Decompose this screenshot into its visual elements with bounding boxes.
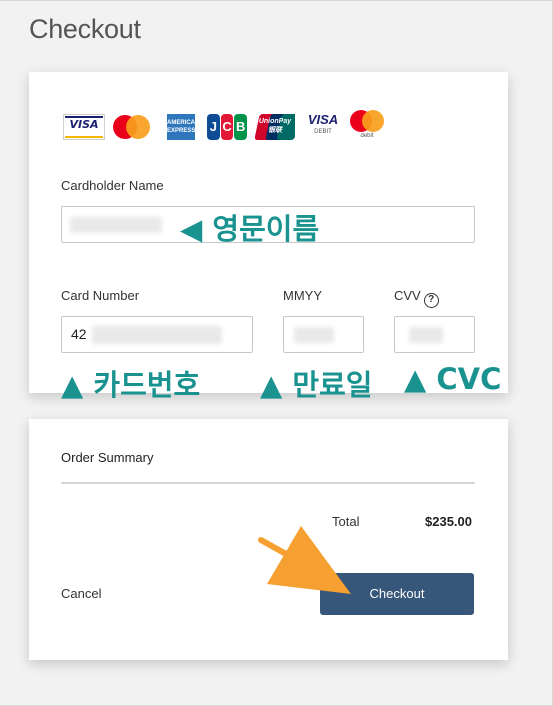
pointer-arrow-icon xyxy=(258,526,351,594)
card-number-label: Card Number xyxy=(61,288,140,303)
cvv-label: CVV? xyxy=(394,288,439,308)
order-summary-title: Order Summary xyxy=(61,450,154,465)
visa-debit-icon: VISA DEBIT xyxy=(307,112,339,135)
annotation-cvc: ▲ CVC xyxy=(404,362,502,396)
visa-icon: VISA xyxy=(63,114,105,140)
help-icon[interactable]: ? xyxy=(423,293,439,308)
expiry-input[interactable] xyxy=(283,316,364,353)
unionpay-icon: UnionPay 银联 xyxy=(255,114,295,140)
divider xyxy=(61,482,475,484)
cvv-input[interactable] xyxy=(394,316,475,353)
expiry-label: MMYY xyxy=(283,288,322,303)
annotation-card-number: ▲ 카드번호 xyxy=(61,368,201,402)
jcb-icon: JCB xyxy=(207,114,248,140)
card-number-input[interactable]: 42 xyxy=(61,316,253,353)
annotation-name: ◀ 영문이름 xyxy=(180,212,320,246)
annotation-expiry: ▲ 만료일 xyxy=(260,368,373,402)
amex-icon: AMERICAN EXPRESS xyxy=(167,114,199,140)
total-value: $235.00 xyxy=(425,514,472,529)
cardholder-name-label: Cardholder Name xyxy=(61,178,164,193)
card-brands: VISA AMERICAN EXPRESS JCB UnionPay 银联 VI… xyxy=(63,110,384,142)
cancel-link[interactable]: Cancel xyxy=(61,586,101,601)
mastercard-debit-icon: debit xyxy=(347,110,387,142)
mastercard-icon xyxy=(113,114,153,140)
page-title: Checkout xyxy=(29,14,141,44)
